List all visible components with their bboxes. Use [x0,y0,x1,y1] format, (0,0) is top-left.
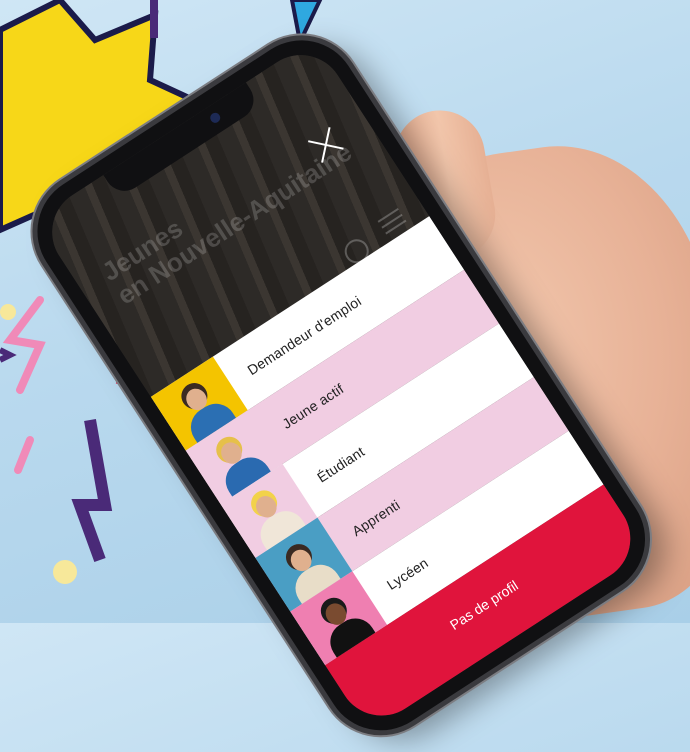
purple-zigzag-shape [71,418,113,563]
pink-dash-shape [14,436,34,474]
no-profile-label: Pas de profil [446,577,521,633]
camera-icon [208,110,223,125]
purple-bar-shape [150,0,158,38]
yellow-dot-shape [53,560,77,584]
purple-zigzag-shape-2 [0,347,17,363]
yellow-dot-shape [0,304,16,320]
